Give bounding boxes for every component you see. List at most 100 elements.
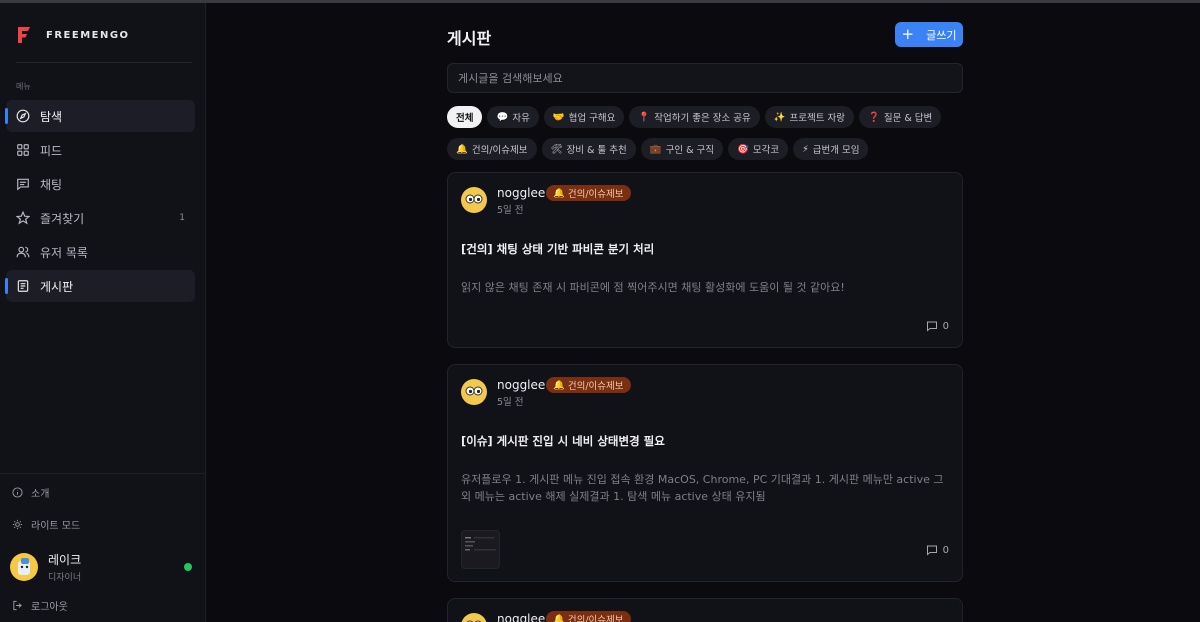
tools-icon: 🛠 <box>550 143 563 155</box>
sidebar-item-explore[interactable]: 탐색 <box>5 100 195 132</box>
theme-label: 라이트 모드 <box>31 521 81 532</box>
category-chip-qna[interactable]: ❓ 질문 & 답변 <box>859 106 942 128</box>
sidebar-item-label: 게시판 <box>40 279 74 294</box>
badge-label: 건의/이슈제보 <box>567 381 624 392</box>
sidebar-item-board[interactable]: 게시판 <box>5 270 195 302</box>
bell-icon: 🔔 <box>553 187 565 199</box>
category-chip-showcase[interactable]: ✨ 프로젝트 자랑 <box>764 106 855 128</box>
comment-count[interactable]: 0 <box>926 544 949 556</box>
sidebar-item-favorites[interactable]: 즐겨찾기 1 <box>6 202 195 234</box>
avatar-eyes-icon <box>465 194 483 204</box>
user-name: 레이크 <box>48 553 82 567</box>
category-chip-issues[interactable]: 🔔 건의/이슈제보 <box>447 138 537 160</box>
question-mark-icon: ❓ <box>868 111 880 123</box>
divider <box>16 62 192 63</box>
about-link[interactable]: 소개 <box>12 485 49 500</box>
write-post-button[interactable]: + 글쓰기 <box>895 22 963 47</box>
sidebar-item-label: 유저 목록 <box>40 245 88 260</box>
avatar <box>461 613 487 622</box>
post-author[interactable]: nogglee <box>497 378 545 392</box>
post-card[interactable]: nogglee 🔔 건의/이슈제보 5일 전 [건의] 채팅 상태 기반 파비콘… <box>447 172 963 348</box>
grid-icon <box>17 144 29 156</box>
theme-toggle[interactable]: 라이트 모드 <box>12 517 80 532</box>
sun-icon <box>12 519 23 530</box>
logout-link[interactable]: 로그아웃 <box>12 598 68 613</box>
sidebar-item-label: 즐겨찾기 <box>40 211 85 226</box>
category-chip-places[interactable]: 📍 작업하기 좋은 장소 공유 <box>629 106 760 128</box>
avatar-eyes-icon <box>465 386 483 396</box>
chip-label: 질문 & 답변 <box>883 113 933 124</box>
avatar-illustration-icon <box>18 558 30 575</box>
screenshot-preview-icon <box>465 537 496 551</box>
sidebar-item-user-list[interactable]: 유저 목록 <box>6 236 195 268</box>
bell-icon: 🔔 <box>553 613 565 622</box>
comment-count-value: 0 <box>942 320 949 332</box>
divider <box>0 473 206 474</box>
avatar <box>461 379 487 405</box>
sidebar-nav: 탐색 피드 채팅 즐겨찾기 1 유저 목록 게시판 <box>5 100 195 304</box>
category-chip-collab[interactable]: 🤝 협업 구해요 <box>543 106 625 128</box>
category-chip-all[interactable]: 전체 <box>447 106 483 128</box>
chip-label: 자유 <box>512 113 530 124</box>
speech-bubble-icon: 💬 <box>496 111 509 123</box>
comment-icon <box>926 545 937 556</box>
category-chip-meetup[interactable]: ⚡ 급번개 모임 <box>793 138 869 160</box>
avatar <box>461 187 487 213</box>
sparkles-icon: ✨ <box>773 111 786 123</box>
users-icon <box>16 246 30 258</box>
chip-label: 작업하기 좋은 장소 공유 <box>654 113 751 124</box>
bell-icon: 🔔 <box>456 143 468 155</box>
post-author[interactable]: nogglee <box>497 612 545 622</box>
sidebar: FREEMENGO 메뉴 탐색 피드 채팅 즐겨찾기 1 유저 목록 게시판 소… <box>0 3 206 622</box>
category-chip-mogakco[interactable]: 🎯 모각코 <box>728 138 789 160</box>
sidebar-item-label: 탐색 <box>40 109 63 124</box>
post-author[interactable]: nogglee <box>497 186 545 200</box>
sidebar-item-chat[interactable]: 채팅 <box>6 168 195 200</box>
chip-label: 구인 & 구직 <box>665 145 714 156</box>
chip-label: 장비 & 툴 추천 <box>566 145 627 156</box>
badge-label: 건의/이슈제보 <box>567 189 624 200</box>
handshake-icon: 🤝 <box>552 111 565 123</box>
comment-icon <box>926 321 937 332</box>
chip-label: 협업 구해요 <box>568 113 616 124</box>
post-search-input[interactable] <box>447 63 963 93</box>
badge-label: 건의/이슈제보 <box>567 615 624 622</box>
post-time: 5일 전 <box>497 205 524 216</box>
post-category-badge: 🔔 건의/이슈제보 <box>546 611 631 622</box>
post-category-badge: 🔔 건의/이슈제보 <box>546 377 631 393</box>
bell-icon: 🔔 <box>553 379 565 391</box>
post-image-thumbnail[interactable] <box>461 530 500 569</box>
menu-heading: 메뉴 <box>16 82 31 91</box>
sidebar-item-label: 피드 <box>40 143 63 158</box>
about-label: 소개 <box>31 489 50 500</box>
document-icon <box>17 280 29 292</box>
online-status-icon <box>184 563 192 571</box>
freemengo-logo-icon <box>18 27 30 43</box>
lightning-icon: ⚡ <box>802 143 809 155</box>
compass-icon <box>16 109 30 123</box>
chip-label: 프로젝트 자랑 <box>789 113 846 124</box>
post-title: [이슈] 게시판 진입 시 네비 상태변경 필요 <box>461 434 665 448</box>
post-body: 읽지 않은 채팅 존재 시 파비콘에 점 찍어주시면 채팅 활성화에 도움이 될… <box>461 281 845 294</box>
category-chip-free[interactable]: 💬 자유 <box>487 106 539 128</box>
sidebar-item-feed[interactable]: 피드 <box>6 134 195 166</box>
category-chip-jobs[interactable]: 💼 구인 & 구직 <box>640 138 723 160</box>
sidebar-item-label: 채팅 <box>40 177 63 192</box>
post-card[interactable]: nogglee 🔔 건의/이슈제보 <box>447 598 963 622</box>
target-icon: 🎯 <box>737 143 749 155</box>
category-filter: 전체 💬 자유 🤝 협업 구해요 📍 작업하기 좋은 장소 공유 ✨ 프로젝트 … <box>447 106 963 160</box>
user-profile[interactable]: 레이크 디자이너 <box>10 551 194 583</box>
star-icon <box>16 211 30 225</box>
comment-count-value: 0 <box>942 544 949 556</box>
write-button-label: 글쓰기 <box>926 28 957 42</box>
post-time: 5일 전 <box>497 397 524 408</box>
pin-icon: 📍 <box>638 111 651 123</box>
comment-count[interactable]: 0 <box>926 320 949 332</box>
post-card[interactable]: nogglee 🔔 건의/이슈제보 5일 전 [이슈] 게시판 진입 시 네비 … <box>447 364 963 582</box>
category-chip-tools[interactable]: 🛠 장비 & 툴 추천 <box>541 138 636 160</box>
briefcase-icon: 💼 <box>649 143 662 155</box>
info-icon <box>12 487 23 498</box>
chip-label: 급번개 모임 <box>812 145 860 156</box>
brand-logo[interactable]: FREEMENGO <box>16 25 130 45</box>
brand-name: FREEMENGO <box>46 29 130 41</box>
